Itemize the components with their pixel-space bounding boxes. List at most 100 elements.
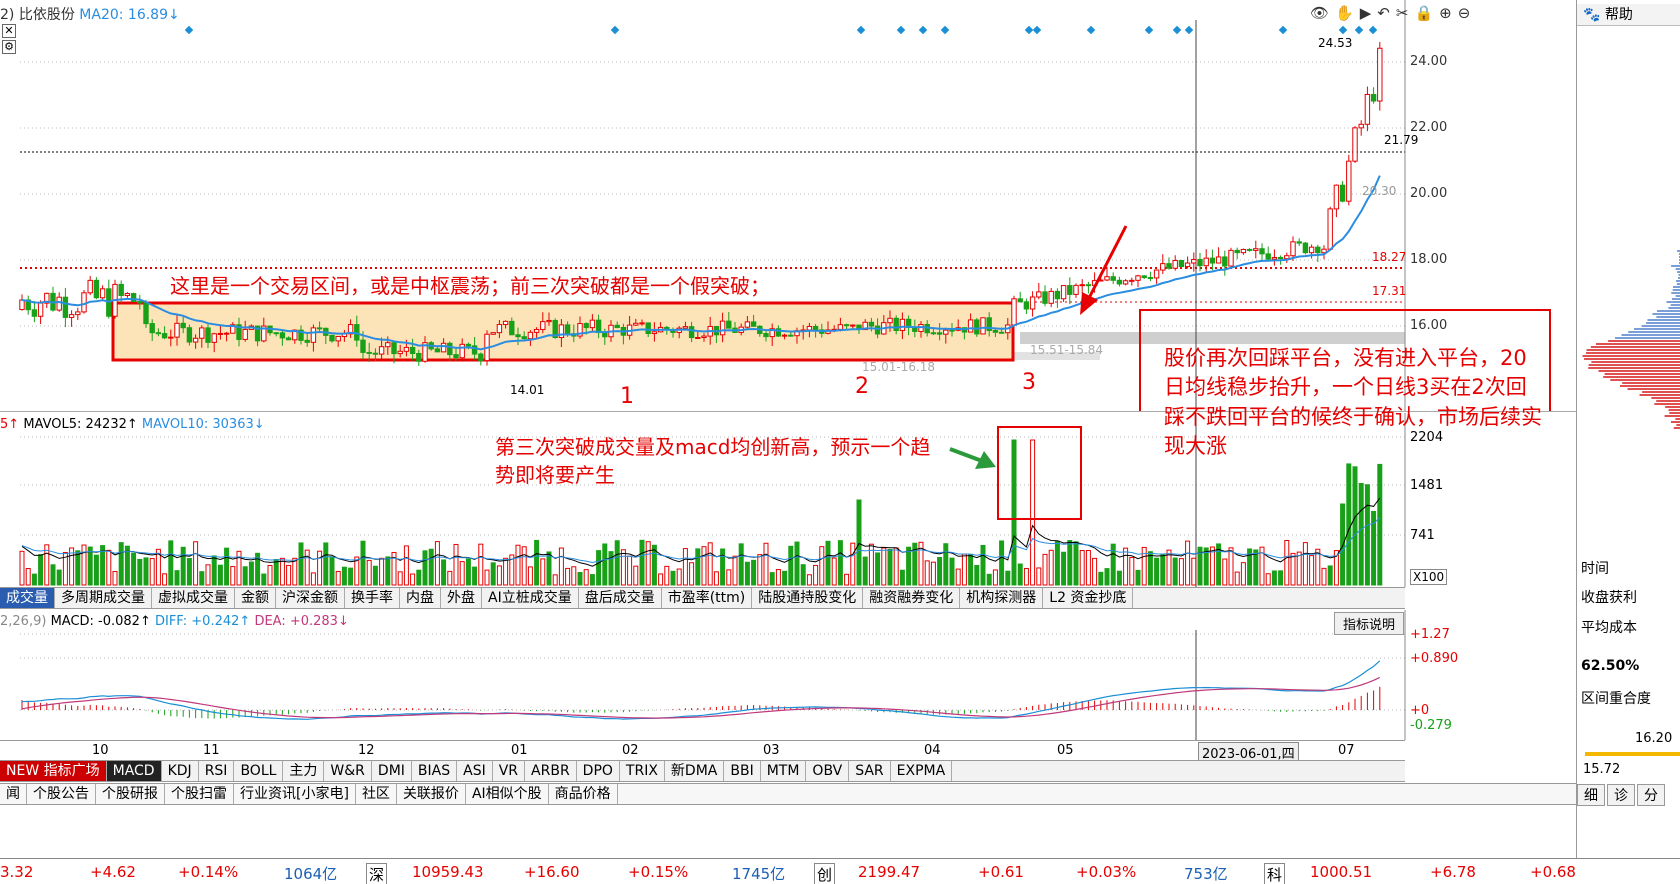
tab-kdj[interactable]: KDJ bbox=[162, 761, 199, 781]
side-buttons: 细 诊 分 bbox=[1577, 784, 1665, 806]
candle-body bbox=[1222, 256, 1228, 267]
chip-bar bbox=[1656, 310, 1680, 312]
candle-body bbox=[242, 328, 248, 340]
volume-bar bbox=[478, 543, 484, 586]
tab-turnover[interactable]: 换手率 bbox=[345, 588, 400, 608]
tab-amount[interactable]: 金额 bbox=[235, 588, 276, 608]
side-btn-detail[interactable]: 细 bbox=[1577, 784, 1605, 806]
tab-mtm[interactable]: MTM bbox=[761, 761, 807, 781]
candle-body bbox=[974, 319, 980, 335]
tab-northbound[interactable]: 陆股通持股变化 bbox=[752, 588, 864, 608]
price-tick: 20.00 bbox=[1410, 186, 1448, 201]
volume-bar bbox=[180, 546, 186, 586]
month-label: 02 bbox=[622, 743, 639, 758]
tab-vr[interactable]: VR bbox=[493, 761, 526, 781]
tab-volume[interactable]: 成交量 bbox=[0, 588, 55, 608]
tab-new-dma[interactable]: 新DMA bbox=[665, 761, 725, 781]
tab-obv[interactable]: OBV bbox=[806, 761, 850, 781]
tab-industry-news[interactable]: 行业资讯[小家电] bbox=[234, 784, 356, 804]
tab-bias[interactable]: BIAS bbox=[412, 761, 458, 781]
volume-bar bbox=[93, 554, 99, 586]
help-button[interactable]: 🐾 帮助 bbox=[1577, 4, 1680, 26]
indicator-explain-button[interactable]: 指标说明 bbox=[1334, 612, 1405, 635]
tab-boll[interactable]: BOLL bbox=[234, 761, 284, 781]
side-btn-diagnose[interactable]: 诊 bbox=[1607, 784, 1635, 806]
candle-body bbox=[515, 334, 521, 338]
tab-sar[interactable]: SAR bbox=[849, 761, 891, 781]
side-btn-split[interactable]: 分 bbox=[1637, 784, 1665, 806]
stock-name[interactable]: 比依股份 bbox=[19, 7, 75, 23]
tab-inner[interactable]: 内盘 bbox=[400, 588, 441, 608]
tab-research[interactable]: 个股研报 bbox=[96, 784, 165, 804]
macd-pane[interactable]: 2,26,9) MACD: -0.082↑ DIFF: +0.242↑ DEA:… bbox=[0, 610, 1576, 740]
candle-body bbox=[465, 343, 472, 347]
tab-risk-scan[interactable]: 个股扫雷 bbox=[165, 784, 234, 804]
macd-params: 2,26,9) bbox=[0, 614, 47, 629]
settings-icon[interactable]: ⚙ bbox=[2, 40, 16, 54]
volume-bar bbox=[168, 540, 174, 586]
kc-index-label[interactable]: 科 bbox=[1264, 863, 1286, 884]
undo-icon[interactable]: ↶ bbox=[1377, 4, 1390, 22]
tab-institution-detector[interactable]: 机构探测器 bbox=[960, 588, 1044, 608]
chip-bar bbox=[1672, 289, 1680, 291]
chip-bar bbox=[1584, 358, 1680, 360]
scissors-icon[interactable]: ✂ bbox=[1396, 4, 1409, 22]
volume-bar bbox=[193, 541, 199, 586]
tab-hs-amount[interactable]: 沪深金额 bbox=[276, 588, 345, 608]
tab-margin[interactable]: 融资融券变化 bbox=[863, 588, 961, 608]
tab-wr[interactable]: W&R bbox=[324, 761, 372, 781]
low-price-label: 14.01 bbox=[510, 383, 545, 397]
volume-bar bbox=[1011, 439, 1017, 586]
tab-asi[interactable]: ASI bbox=[457, 761, 493, 781]
candle-body bbox=[1116, 279, 1123, 285]
candle-body bbox=[1110, 276, 1116, 281]
tab-indicator-square[interactable]: NEW 指标广场 bbox=[0, 761, 107, 781]
close-panel-button[interactable]: ✕ bbox=[2, 24, 16, 38]
side-profit-value: 62.50% bbox=[1581, 658, 1640, 674]
volume-bar bbox=[1240, 562, 1246, 586]
volume-annotation: 第三次突破成交量及macd均创新高，预示一个趋势即将要产生 bbox=[495, 435, 931, 487]
tab-arbr[interactable]: ARBR bbox=[525, 761, 577, 781]
level-label-1827: 18.27 bbox=[1372, 250, 1407, 264]
market-ticker: 3.32 +4.62 +0.14% 1064亿 深 10959.43 +16.6… bbox=[0, 858, 1680, 884]
tab-main-force[interactable]: 主力 bbox=[283, 761, 325, 781]
tab-after-hours-volume[interactable]: 盘后成交量 bbox=[579, 588, 662, 608]
tab-commodity[interactable]: 商品价格 bbox=[549, 784, 618, 804]
tab-dpo[interactable]: DPO bbox=[577, 761, 620, 781]
candle-body bbox=[93, 279, 100, 299]
candle-body bbox=[1166, 263, 1172, 269]
tab-l2-bottom[interactable]: L2 资金抄底 bbox=[1043, 588, 1134, 608]
candle-body bbox=[137, 301, 143, 304]
tab-community[interactable]: 社区 bbox=[356, 784, 397, 804]
tab-multi-period-volume[interactable]: 多周期成交量 bbox=[55, 588, 152, 608]
candle-body bbox=[1141, 275, 1147, 279]
tab-pe-ttm[interactable]: 市盈率(ttm) bbox=[662, 588, 753, 608]
tab-related-quotes[interactable]: 关联报价 bbox=[397, 784, 466, 804]
tab-expma[interactable]: EXPMA bbox=[891, 761, 953, 781]
candle-body bbox=[174, 322, 180, 338]
candle-body bbox=[1147, 277, 1154, 280]
tab-bbi[interactable]: BBI bbox=[724, 761, 761, 781]
chip-bar bbox=[1675, 418, 1680, 420]
hand-icon[interactable]: ✋ bbox=[1335, 4, 1354, 22]
volume-bar bbox=[602, 543, 608, 586]
volume-bar bbox=[205, 564, 211, 586]
chip-bar bbox=[1610, 379, 1680, 381]
volume-bar bbox=[490, 562, 496, 586]
sz-index-label[interactable]: 深 bbox=[366, 863, 388, 884]
tab-ai-volume[interactable]: AI立桩成交量 bbox=[482, 588, 579, 608]
tab-ai-similar[interactable]: AI相似个股 bbox=[466, 784, 549, 804]
tab-macd[interactable]: MACD bbox=[106, 761, 162, 781]
cy-index-label[interactable]: 创 bbox=[814, 863, 836, 884]
tab-outer[interactable]: 外盘 bbox=[441, 588, 482, 608]
tab-rsi[interactable]: RSI bbox=[199, 761, 235, 781]
play-icon[interactable]: ▶ bbox=[1360, 4, 1372, 22]
candle-body bbox=[1048, 290, 1054, 304]
tab-news[interactable]: 闻 bbox=[0, 784, 27, 804]
tab-announcements[interactable]: 个股公告 bbox=[27, 784, 96, 804]
candle-body bbox=[1178, 259, 1185, 268]
tab-trix[interactable]: TRIX bbox=[620, 761, 665, 781]
tab-virtual-volume[interactable]: 虚拟成交量 bbox=[152, 588, 235, 608]
eye-icon[interactable]: 👁 bbox=[1310, 4, 1329, 22]
tab-dmi[interactable]: DMI bbox=[372, 761, 412, 781]
